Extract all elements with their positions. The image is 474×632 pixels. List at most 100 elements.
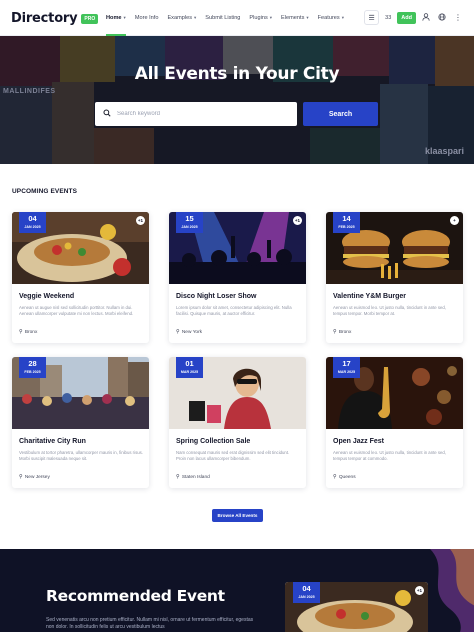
menu-item-label: Examples [167,15,193,21]
main-menu: Home ▾ More Info Examples ▾ Submit Listi… [106,0,353,36]
event-card[interactable]: 17 MAR 2025 Open Jazz Fest Aenean ut eui… [326,357,463,488]
event-description: Aenean ut augue nisl sed sollicitudin po… [19,305,134,316]
event-title[interactable]: Valentine Y&M Burger [333,293,406,300]
event-location: ⚲ New York [176,329,202,335]
location-label: Bronx [24,329,38,335]
menu-item-more-info[interactable]: More Info [135,0,159,36]
menu-item-examples[interactable]: Examples ▾ [167,0,196,36]
map-pin-icon: ⚲ [333,329,337,335]
event-location: ⚲ Staten Island [176,474,210,480]
search-button[interactable]: Search [303,102,378,126]
date-day: 28 [28,359,37,368]
recommended-event-card[interactable]: 04 JAN 2025 +1 [285,582,428,632]
hero-banner: MALLINDIFES klaaspari All Events in Your… [0,36,474,164]
plus-icon[interactable]: +1 [136,216,145,225]
map-pin-icon: ⚲ [19,329,23,335]
chevron-down-icon: ▾ [269,15,273,20]
event-card[interactable]: 28 FEB 2025 Charitative City Run Vestibu… [12,357,149,488]
browse-all-events-button[interactable]: Browse All Events [212,509,263,522]
poster-text-right: klaaspari [425,146,465,156]
event-description: Aenean ut euismod leo. Ut justo nulla, t… [333,305,446,316]
location-label: Bronx [338,329,352,335]
event-location: ⚲ New Jersey [19,474,50,480]
poster-text-left: MALLINDIFES [3,88,56,95]
event-card[interactable]: 04 JAN 2025 +1 Veggie Weekend Aenean ut … [12,212,149,343]
menu-item-elements[interactable]: Elements ▾ [281,0,309,36]
event-location: ⚲ Bronx [333,329,351,335]
nav-actions: ☰ 33 Add ⋮ [364,10,464,25]
menu-item-label: More Info [134,15,159,21]
event-description: Vestibulum at tortor pharetra, ullamcorp… [19,450,143,461]
event-location: ⚲ Bronx [19,329,37,335]
hamburger-icon[interactable]: ☰ [364,10,380,25]
chevron-down-icon: ▾ [341,15,344,20]
section-title: UPCOMING EVENTS [12,188,78,195]
listing-count: 33 [385,14,392,21]
menu-item-plugins[interactable]: Plugins ▾ [249,0,272,36]
date-day: 01 [185,359,194,368]
chevron-down-icon: ▾ [194,15,197,20]
date-day: 15 [185,214,194,223]
menu-item-features[interactable]: Features ▾ [318,0,344,36]
date-month: JAN 2025 [181,225,198,229]
search-input[interactable] [117,111,287,117]
map-pin-icon: ⚲ [19,474,23,480]
date-day: 14 [342,214,351,223]
date-month: FEB 2025 [338,225,355,229]
logo-text: Directory [11,11,78,26]
plus-icon[interactable]: +1 [293,216,302,225]
top-navbar: Directory PRO Home ▾ More Info Examples … [0,0,474,36]
chevron-down-icon: ▾ [306,15,309,20]
date-day: 04 [302,584,311,593]
date-day: 04 [28,214,37,223]
date-badge: 04 JAN 2025 [19,212,46,233]
recommended-section: Recommended Event Sed venenatis arcu non… [0,549,474,632]
date-badge: 28 FEB 2025 [19,357,46,378]
event-description: Aenean ut euismod leo. Ut justo nulla, t… [333,450,446,461]
location-label: New Jersey [24,474,50,480]
map-pin-icon: ⚲ [333,474,337,480]
event-card[interactable]: 14 FEB 2025 + Valentine Y&M Burger Aenea… [326,212,463,343]
map-pin-icon: ⚲ [176,329,180,335]
hero-title: All Events in Your City [134,64,340,84]
event-description: Lorem ipsum dolor sit amet, consectetur … [176,305,292,316]
event-title[interactable]: Veggie Weekend [19,293,74,300]
date-month: MAR 2025 [337,370,356,374]
plus-icon[interactable]: + [450,216,459,225]
add-listing-button[interactable]: Add [397,11,416,24]
event-title[interactable]: Spring Collection Sale [176,438,250,445]
date-day: 17 [342,359,351,368]
event-title[interactable]: Open Jazz Fest [333,438,384,445]
date-month: JAN 2025 [298,595,315,599]
menu-item-label: Features [317,15,340,21]
recommended-title: Recommended Event [46,587,225,605]
event-title[interactable]: Disco Night Loser Show [176,293,257,300]
chevron-down-icon: ▾ [123,15,126,20]
menu-item-submit-listing[interactable]: Submit Listing [205,0,240,36]
date-badge: 17 MAR 2025 [333,357,360,378]
site-logo[interactable]: Directory PRO [11,11,99,26]
location-label: Queens [338,474,356,480]
location-label: Staten Island [181,474,210,480]
event-title[interactable]: Charitative City Run [19,438,86,445]
event-location: ⚲ Queens [333,474,356,480]
date-badge: 04 JAN 2025 [293,582,320,603]
date-badge: 01 MAR 2025 [176,357,203,378]
map-pin-icon: ⚲ [176,474,180,480]
globe-icon[interactable] [436,12,448,23]
menu-item-label: Home [106,15,122,21]
more-dots-icon[interactable]: ⋮ [452,13,464,22]
logo-badge: PRO [81,13,99,24]
date-month: JAN 2025 [24,225,41,229]
event-card[interactable]: 15 JAN 2025 +1 Disco Night Loser Show Lo… [169,212,306,343]
user-icon[interactable] [420,12,432,23]
decorative-pattern [430,549,474,632]
menu-item-label: Submit Listing [205,15,241,21]
menu-item-home[interactable]: Home ▾ [106,0,126,36]
date-badge: 14 FEB 2025 [333,212,360,233]
menu-item-label: Plugins [249,15,268,21]
event-description: Nam consequat mauris sed erat dignissim … [176,450,290,461]
event-card[interactable]: 01 MAR 2025 Spring Collection Sale Nam c… [169,357,306,488]
date-month: FEB 2025 [24,370,41,374]
date-badge: 15 JAN 2025 [176,212,203,233]
